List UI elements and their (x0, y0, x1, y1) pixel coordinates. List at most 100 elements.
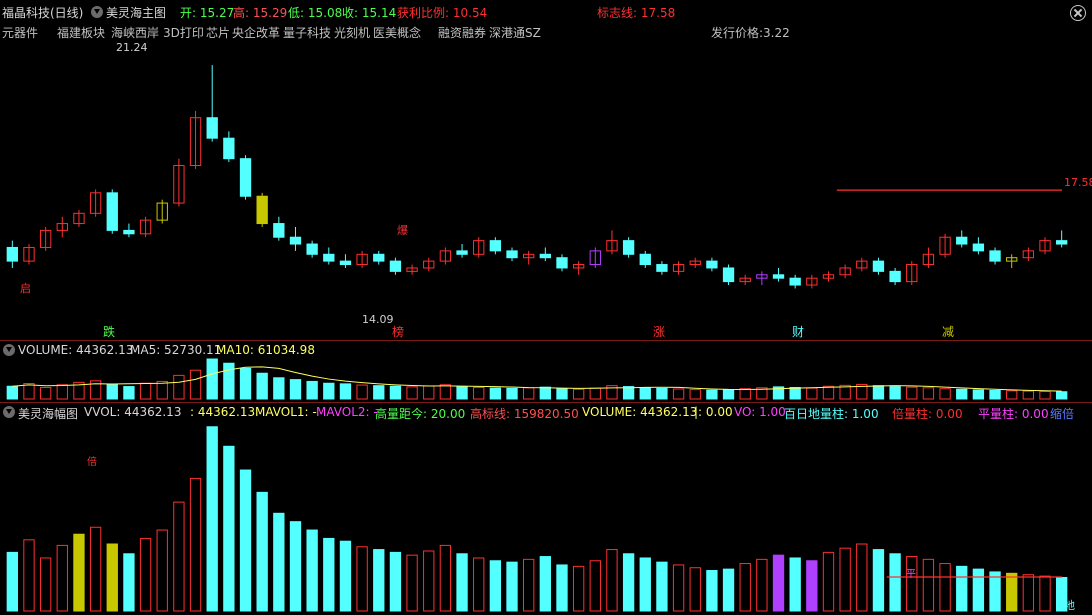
volume-bar (956, 388, 968, 400)
vvol-bar (689, 567, 701, 612)
volume-bar (1039, 390, 1051, 400)
volume-bar (489, 387, 502, 400)
vvol-bar (323, 537, 335, 612)
volume-bar (556, 388, 568, 400)
ma5-line (12, 366, 1062, 392)
volume-bar (406, 386, 418, 400)
vvol-dropdown-icon[interactable] (3, 406, 15, 418)
volume-chart[interactable] (0, 358, 1092, 400)
vvol-bar (989, 571, 1001, 612)
concept-item: 医美概念 (373, 26, 422, 40)
vvol-panel-name: 美灵海幅图 (18, 407, 79, 421)
vvol-bar (972, 568, 985, 612)
vvol-bar (489, 560, 502, 612)
vvol-bar (439, 544, 452, 612)
vvol-bar (806, 560, 818, 612)
dropdown-arrow-icon[interactable] (91, 6, 103, 18)
signal-qi: 启 (20, 282, 31, 295)
high-price-label: 21.24 (116, 41, 148, 54)
stock-title: 福晶科技(日线) (2, 6, 84, 20)
volume-bar (139, 382, 152, 400)
volume-bar (506, 387, 518, 400)
volume-bar (439, 384, 452, 400)
vvol-bar (173, 501, 185, 612)
concept-item: 融资融券 (438, 26, 487, 40)
volume-bar (706, 389, 718, 400)
vvol-bar (106, 543, 118, 612)
volume-bar (256, 372, 268, 400)
ma5-label: MA5: 52730.11 (130, 343, 222, 357)
vvol-bar (872, 549, 885, 612)
vvol-bar (739, 563, 751, 612)
close-icon[interactable] (1070, 5, 1086, 21)
volume-bar (473, 386, 485, 400)
vvol-bar (356, 546, 368, 612)
open-label: 开: 15.27 (180, 6, 235, 20)
volume-bar (223, 362, 235, 400)
volume-bar (306, 380, 318, 400)
vvol-bar (6, 551, 18, 612)
volume-bar (389, 385, 402, 400)
volume-bar (206, 358, 218, 400)
panel-separator (0, 340, 1092, 341)
vvol-bar (556, 564, 568, 612)
signal-bang: 榜 (392, 324, 404, 339)
volume-bar (339, 383, 352, 400)
vvol-bar (839, 547, 851, 612)
vvol-value2: : 44362.13 (190, 405, 256, 419)
vvol-bar (289, 521, 302, 612)
volume-bar (56, 384, 68, 400)
concept-item: 元器件 (2, 26, 39, 40)
volume-bar (373, 385, 385, 400)
panel-separator (0, 402, 1092, 403)
vvol-chart[interactable]: 倍 平 地 (0, 421, 1092, 614)
low-price-label: 14.09 (362, 313, 394, 326)
issue-price: 发行价格:3.22 (711, 26, 790, 40)
volume-dropdown-icon[interactable] (3, 344, 15, 356)
vvol-bar (622, 553, 635, 612)
volume-bar (123, 386, 135, 400)
volume-bar (739, 388, 751, 400)
bei-mark: 倍 (87, 455, 97, 468)
signal-cai: 财 (792, 325, 804, 339)
volume-bar (539, 386, 551, 400)
vvol-bar (223, 445, 235, 612)
bairi-label: 百日地量柱: 1.00 (784, 407, 879, 421)
vvol-bar (23, 539, 35, 612)
volume-bar (822, 385, 835, 400)
volume-bar (972, 389, 985, 400)
vvol-bar (606, 549, 618, 612)
vvol-label: VVOL: 44362.13 (84, 405, 182, 419)
vvol-bar (706, 570, 718, 612)
volume-bar (589, 387, 601, 400)
vvol-bar (139, 537, 152, 612)
vvol-bar (856, 543, 868, 612)
volume-bar (689, 389, 701, 400)
vvol-bar (1039, 575, 1051, 612)
vvol-bar (1022, 574, 1035, 612)
concept-item: 福建板块 (57, 26, 106, 40)
volume-bar (423, 385, 435, 400)
volume-bar (639, 386, 651, 400)
vvol-bar (473, 557, 485, 612)
volume-bar (1056, 391, 1068, 400)
bar-label: |: 0.00 (694, 405, 733, 419)
volume-bar (523, 387, 535, 400)
vvol-bar (506, 561, 518, 612)
flag-line-value: 17.58 (1064, 176, 1092, 189)
high-label: 高: 15.29 (233, 6, 288, 20)
gaoliang-label: 高量距今: 20.00 (375, 407, 466, 421)
indicator-name[interactable]: 美灵海主图 (106, 4, 166, 21)
vvol-bar (822, 551, 835, 612)
volume-bar (173, 374, 185, 400)
close-price-label: 收: 15.14 (342, 6, 397, 20)
concept-item: 海峡西岸 (111, 26, 160, 40)
vvol-bar (123, 553, 135, 612)
vvol-bar (639, 557, 651, 612)
price-chart[interactable]: 21.24 14.09 17.58 启 爆 跌 榜 涨 财 减 (0, 40, 1092, 340)
vvol-bar (572, 565, 585, 612)
vvol-bar (156, 529, 168, 612)
vvol-bar (906, 556, 918, 612)
volume-label: VOLUME: 44362.13 (18, 343, 134, 357)
volume-bar (39, 386, 52, 400)
